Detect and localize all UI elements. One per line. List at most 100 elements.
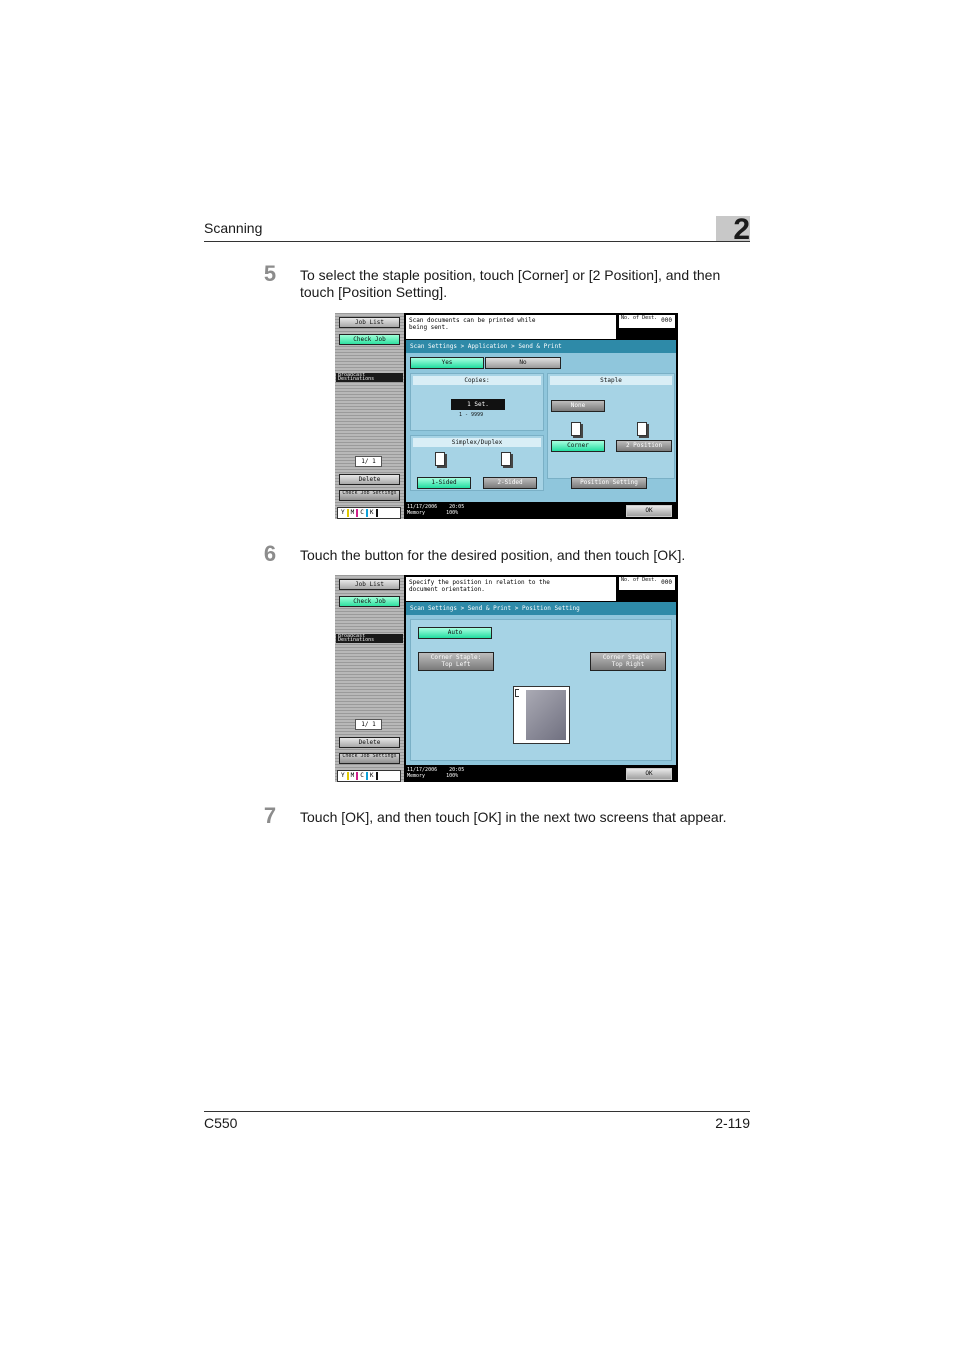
- top-right-line2: Top Right: [611, 661, 645, 668]
- step-5-text-line2: touch [Position Setting].: [300, 284, 448, 300]
- left-sidebar: Job List Check Job Broadcast Destination…: [335, 313, 404, 519]
- auto-button[interactable]: Auto: [418, 627, 492, 639]
- copies-title: Copies:: [413, 376, 541, 385]
- main-panel: Scan Settings > Application > Send & Pri…: [406, 340, 676, 502]
- toner-y-bar: [346, 772, 349, 780]
- top-left-line2: Top Left: [441, 661, 471, 668]
- two-sided-doc-icon: [501, 452, 511, 466]
- toner-k-bar: [375, 772, 378, 780]
- toner-m-bar: [356, 772, 359, 780]
- breadcrumb: Scan Settings > Application > Send & Pri…: [406, 340, 676, 353]
- toner-m-label: M: [350, 772, 355, 779]
- document-preview: [513, 686, 570, 744]
- yes-button[interactable]: Yes: [410, 357, 484, 369]
- memory-label: Memory: [407, 773, 426, 779]
- destination-counter: No. of Dest. 000: [619, 315, 675, 328]
- step-7-number: 7: [263, 803, 277, 828]
- toner-y-bar: [346, 509, 349, 517]
- toner-indicator: Y M C K: [337, 770, 401, 782]
- one-sided-button[interactable]: 1-Sided: [417, 477, 471, 489]
- ok-button[interactable]: OK: [626, 505, 672, 517]
- broadcast-destinations-label: Broadcast Destinations: [336, 373, 403, 382]
- one-sided-doc-icon: [435, 452, 445, 466]
- toner-m-label: M: [350, 509, 355, 516]
- message-line1: Specify the position in relation to the: [409, 579, 550, 586]
- panel-screenshot-position-setting: Job List Check Job Broadcast Destination…: [335, 575, 678, 782]
- staple-mark-icon: [515, 689, 519, 697]
- footer-rule: [204, 1111, 750, 1112]
- staple-title: Staple: [550, 376, 672, 385]
- check-job-settings-button[interactable]: Check Job Settings: [339, 490, 400, 501]
- toner-c-label: C: [360, 509, 364, 516]
- message-line2: being sent.: [409, 324, 449, 331]
- no-button[interactable]: No: [485, 357, 561, 369]
- simplex-duplex-section: Simplex/Duplex 1-Sided 2-Sided: [410, 435, 544, 491]
- toner-c-label: C: [360, 772, 364, 779]
- two-position-button[interactable]: 2 Position: [616, 440, 672, 452]
- step-5-text-line1: To select the staple position, touch [Co…: [300, 267, 721, 283]
- message-line1: Scan documents can be printed while: [409, 317, 536, 324]
- toner-indicator: Y M C K: [337, 507, 401, 519]
- memory-value: 100%: [446, 510, 459, 516]
- broadcast-destinations-label: Broadcast Destinations: [336, 634, 403, 643]
- toner-k-label: K: [369, 772, 374, 779]
- status-bar: 11/17/2006 20:05 Memory 100%: [406, 767, 606, 781]
- page-indicator: 1/ 1: [355, 456, 382, 467]
- left-sidebar: Job List Check Job Broadcast Destination…: [335, 575, 404, 782]
- corner-staple-top-right-button[interactable]: Corner Staple: Top Right: [590, 652, 666, 671]
- message-area: Scan documents can be printed while bein…: [406, 315, 616, 339]
- two-position-doc-icon: [637, 422, 647, 436]
- copies-value[interactable]: 1 Set.: [451, 399, 505, 410]
- corner-staple-doc-icon: [571, 422, 581, 436]
- two-sided-button[interactable]: 2-Sided: [483, 477, 537, 489]
- ok-button[interactable]: OK: [626, 768, 672, 780]
- check-job-button[interactable]: Check Job: [339, 334, 400, 345]
- copies-range: 1 - 9999: [459, 412, 484, 418]
- footer-model: C550: [204, 1115, 238, 1131]
- header-rule: [204, 241, 750, 242]
- toner-k-bar: [375, 509, 378, 517]
- main-panel: Scan Settings > Send & Print > Position …: [406, 602, 676, 765]
- breadcrumb: Scan Settings > Send & Print > Position …: [406, 602, 676, 615]
- message-line2: document orientation.: [409, 586, 485, 593]
- simplex-title: Simplex/Duplex: [413, 438, 541, 447]
- staple-none-button[interactable]: None: [551, 400, 605, 412]
- staple-section: Staple None Corner 2 Position Position S…: [547, 373, 675, 489]
- toner-m-bar: [356, 509, 359, 517]
- top-right-line1: Corner Staple:: [602, 654, 654, 661]
- corner-button[interactable]: Corner: [551, 440, 605, 452]
- memory-label: Memory: [407, 510, 426, 516]
- running-header-title: Scanning: [204, 220, 263, 236]
- position-setting-button[interactable]: Position Setting: [571, 477, 647, 489]
- counter-value: 000: [661, 579, 672, 586]
- counter-value: 000: [661, 317, 672, 324]
- destination-counter: No. of Dest. 000: [619, 577, 675, 590]
- document-page-image: [526, 690, 566, 740]
- corner-staple-top-left-button[interactable]: Corner Staple: Top Left: [418, 652, 494, 671]
- check-job-button[interactable]: Check Job: [339, 596, 400, 607]
- footer-page-number: 2-119: [715, 1115, 750, 1131]
- status-bar: 11/17/2006 20:05 Memory 100%: [406, 504, 606, 518]
- step-6-number: 6: [263, 541, 277, 566]
- job-list-button[interactable]: Job List: [339, 317, 400, 328]
- toner-y-label: Y: [341, 509, 345, 516]
- job-list-button[interactable]: Job List: [339, 579, 400, 590]
- copies-section: Copies: 1 Set. 1 - 9999: [410, 373, 544, 431]
- counter-label: No. of Dest.: [621, 315, 658, 321]
- top-left-line1: Corner Staple:: [430, 654, 482, 661]
- panel-screenshot-send-print: Job List Check Job Broadcast Destination…: [335, 313, 678, 519]
- toner-c-bar: [365, 772, 368, 780]
- delete-button[interactable]: Delete: [339, 737, 400, 748]
- position-area: Auto Corner Staple: Top Left Corner Stap…: [410, 619, 672, 761]
- toner-k-label: K: [369, 509, 374, 516]
- message-area: Specify the position in relation to the …: [406, 577, 616, 601]
- delete-button[interactable]: Delete: [339, 474, 400, 485]
- step-6-text: Touch the button for the desired positio…: [300, 547, 686, 563]
- toner-c-bar: [365, 509, 368, 517]
- check-job-settings-button[interactable]: Check Job Settings: [339, 753, 400, 764]
- memory-value: 100%: [446, 773, 459, 779]
- step-7-text: Touch [OK], and then touch [OK] in the n…: [300, 809, 727, 825]
- page-indicator: 1/ 1: [355, 719, 382, 730]
- toner-y-label: Y: [341, 772, 345, 779]
- counter-label: No. of Dest.: [621, 577, 658, 583]
